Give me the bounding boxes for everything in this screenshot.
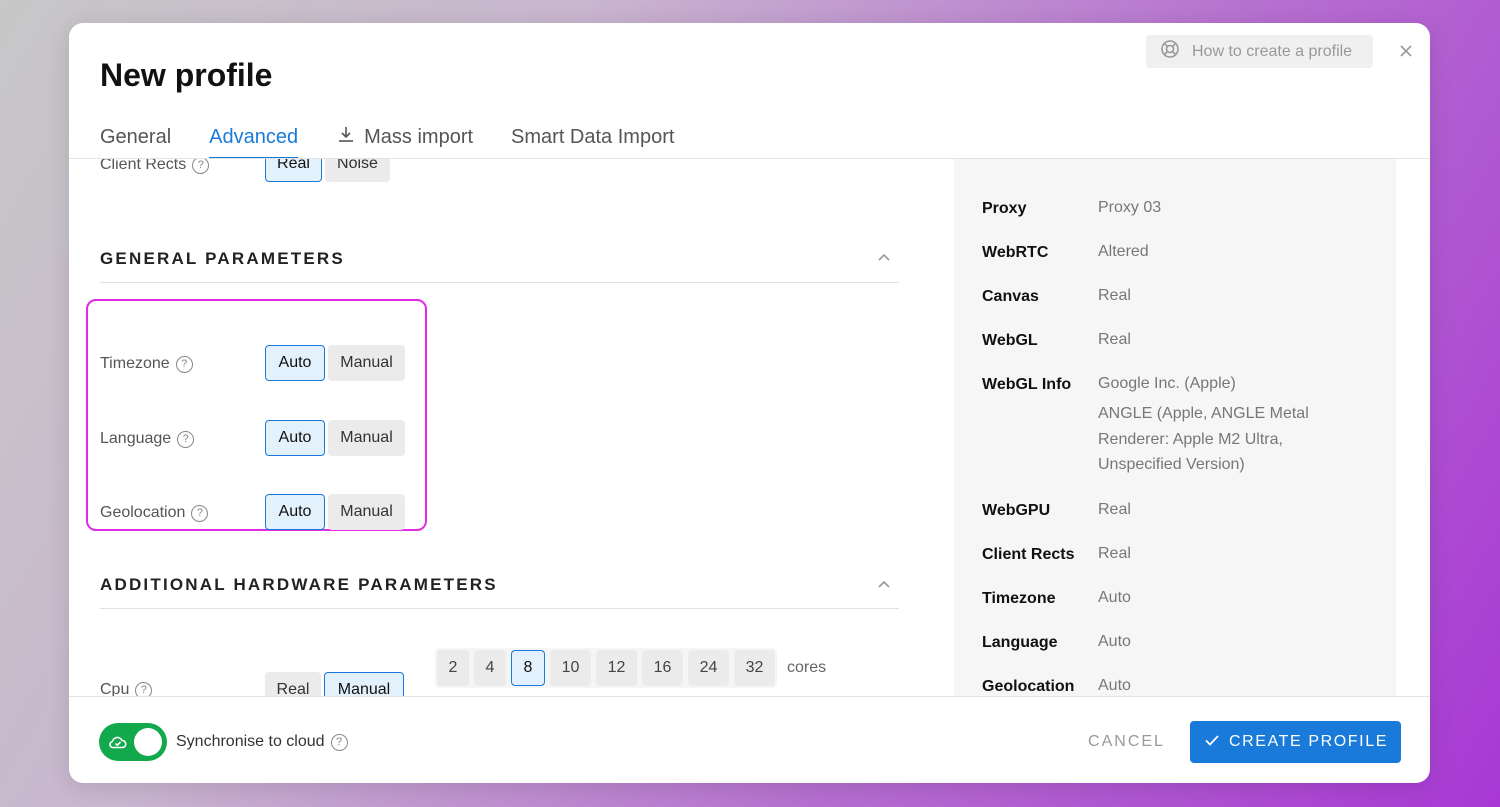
summary-key: Geolocation [982,678,1075,695]
summary-value: Real [1098,287,1131,304]
geolocation-toggle: Auto Manual [265,494,405,530]
summary-value: Real [1098,501,1131,518]
cores-unit-label: cores [787,659,827,676]
chevron-up-icon[interactable] [875,248,893,266]
core-option-button[interactable]: 32 [734,650,775,686]
tab-smart-data-import[interactable]: Smart Data Import [511,115,674,159]
section-divider [100,282,899,283]
general-parameters-heading: GENERAL PARAMETERS [100,249,345,268]
profile-summary-panel: Proxy Proxy 03 WebRTC Altered Canvas Rea… [954,159,1396,696]
timezone-manual-button[interactable]: Manual [328,345,405,381]
geolocation-manual-button[interactable]: Manual [328,494,405,530]
cpu-mode-toggle: Real Manual [265,672,404,696]
core-option-button[interactable]: 16 [642,650,683,686]
how-to-create-profile-button[interactable]: How to create a profile [1146,35,1373,68]
sync-cloud-toggle[interactable] [99,723,167,761]
tab-general[interactable]: General [100,115,171,159]
cpu-cores-selector: 2 4 8 10 12 16 24 32 [435,648,777,688]
download-icon [336,124,356,150]
scroll-content[interactable]: Client Rects ? Real Noise GENERAL PARAME… [69,159,1430,696]
timezone-auto-button[interactable]: Auto [265,345,325,381]
summary-key: WebGPU [982,502,1051,519]
summary-value: Google Inc. (Apple) [1098,375,1236,392]
summary-value: Real [1098,545,1131,562]
help-circle-icon[interactable]: ? [192,159,210,174]
lifebuoy-icon [1160,39,1180,64]
summary-key: Language [982,634,1058,651]
help-circle-icon[interactable]: ? [330,733,348,751]
help-circle-icon[interactable]: ? [191,504,209,522]
core-option-button[interactable]: 10 [550,650,591,686]
new-profile-modal: New profile How to create a profile Gene… [69,23,1430,783]
hardware-parameters-heading: ADDITIONAL HARDWARE PARAMETERS [100,575,498,594]
summary-value: Altered [1098,243,1149,260]
help-circle-icon[interactable]: ? [177,430,195,448]
client-rects-noise-button[interactable]: Noise [325,159,390,182]
summary-value: Proxy 03 [1098,199,1162,216]
language-manual-button[interactable]: Manual [328,420,405,456]
language-auto-button[interactable]: Auto [265,420,325,456]
label-text: Language [100,430,172,447]
toggle-knob [134,728,162,756]
cpu-manual-button[interactable]: Manual [324,672,404,696]
label-text: Synchronise to cloud [176,733,325,750]
help-label: How to create a profile [1192,42,1353,60]
label-text: Client Rects [100,159,187,173]
client-rects-real-button[interactable]: Real [265,159,322,182]
tab-label: Smart Data Import [511,125,675,148]
modal-title: New profile [100,57,273,93]
settings-panel: Client Rects ? Real Noise GENERAL PARAME… [69,159,949,696]
core-option-button[interactable]: 24 [688,650,729,686]
geolocation-label: Geolocation ? [100,504,209,522]
label-text: Geolocation [100,504,186,521]
check-icon [1203,731,1221,754]
summary-value-detail: ANGLE (Apple, ANGLE Metal Renderer: Appl… [1098,405,1309,473]
summary-key: Canvas [982,288,1039,305]
sync-cloud-label: Synchronise to cloud ? [176,733,348,751]
tab-label: General [100,125,172,148]
help-circle-icon[interactable]: ? [175,355,193,373]
summary-key: WebRTC [982,244,1049,261]
summary-key: Proxy [982,200,1027,217]
label-text: Cpu [100,681,130,696]
cpu-real-button[interactable]: Real [265,672,321,696]
core-option-button[interactable]: 12 [596,650,637,686]
tab-label: Mass import [364,125,474,148]
create-profile-button[interactable]: CREATE PROFILE [1190,721,1401,763]
core-option-button[interactable]: 4 [474,650,506,686]
summary-value: Real [1098,331,1131,348]
summary-key: Client Rects [982,546,1075,563]
client-rects-label: Client Rects ? [100,159,210,174]
client-rects-toggle: Real Noise [265,159,390,182]
timezone-toggle: Auto Manual [265,345,405,381]
language-toggle: Auto Manual [265,420,405,456]
tab-label: Advanced [209,125,299,148]
cancel-button[interactable]: CANCEL [1074,720,1179,764]
button-label: CREATE PROFILE [1228,733,1389,750]
tab-bar: General Advanced Mass import Smart Data … [100,115,674,159]
geolocation-auto-button[interactable]: Auto [265,494,325,530]
footer-divider [69,696,1430,697]
summary-key: Timezone [982,590,1056,607]
label-text: Timezone [100,355,170,372]
tab-mass-import[interactable]: Mass import [336,115,473,159]
language-label: Language ? [100,430,195,448]
summary-value: Auto [1098,677,1131,694]
help-circle-icon[interactable]: ? [135,681,153,696]
section-divider [100,608,899,609]
summary-value: Auto [1098,589,1131,606]
summary-value: Auto [1098,633,1131,650]
close-icon[interactable] [1396,41,1416,61]
tab-advanced[interactable]: Advanced [209,115,298,159]
summary-key: WebGL [982,332,1038,349]
core-option-button[interactable]: 8 [511,650,545,686]
summary-key: WebGL Info [982,376,1072,393]
cpu-label: Cpu ? [100,681,153,696]
chevron-up-icon[interactable] [875,575,893,593]
core-option-button[interactable]: 2 [437,650,469,686]
timezone-label: Timezone ? [100,355,193,373]
